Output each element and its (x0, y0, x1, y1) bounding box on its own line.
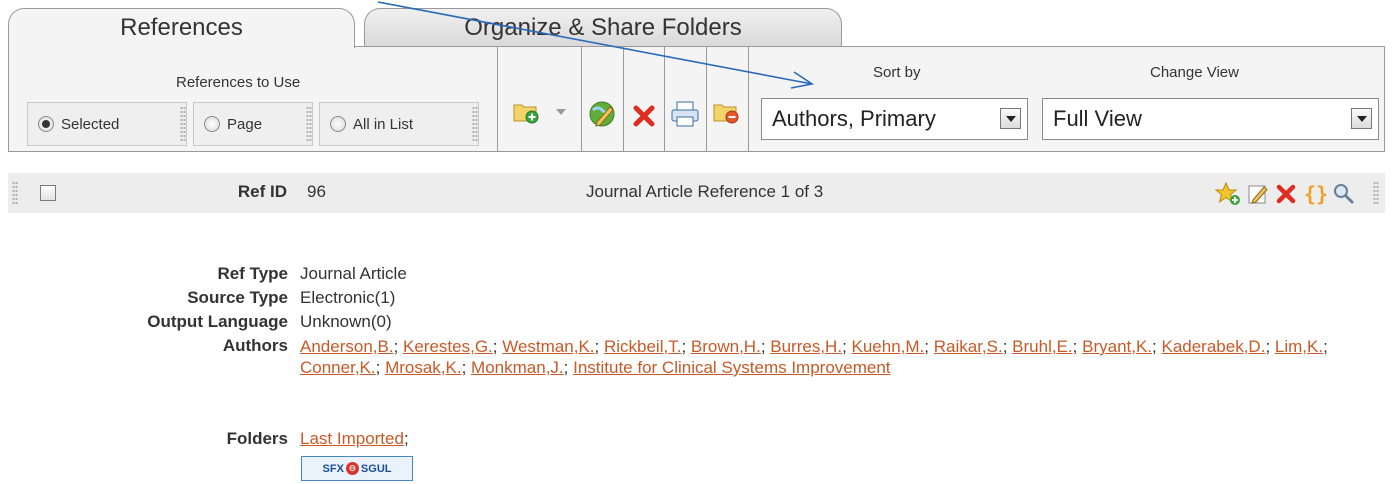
author-link[interactable]: Brown,H. (691, 337, 761, 356)
delete-icon[interactable] (632, 104, 656, 128)
reference-count-text: Journal Article Reference 1 of 3 (586, 182, 824, 201)
folders-label: Folders (226, 429, 288, 448)
sfx-institution-text: SGUL (360, 462, 392, 475)
toolbar-divider (623, 47, 624, 151)
drag-grip-icon (180, 106, 186, 142)
toolbar-divider (664, 47, 665, 151)
author-link[interactable]: Monkman,J. (471, 358, 564, 377)
chevron-down-icon[interactable] (1000, 108, 1021, 129)
radio-all-in-list-label: All in List (353, 115, 414, 133)
radio-selected[interactable]: Selected (27, 102, 187, 146)
author-link[interactable]: Anderson,B. (300, 337, 394, 356)
references-to-use-label: References to Use (176, 74, 301, 91)
add-to-folder-icon[interactable] (512, 100, 540, 124)
remove-from-folder-icon[interactable] (712, 100, 740, 124)
radio-all-in-list-dot[interactable] (330, 116, 346, 132)
author-link[interactable]: Bruhl,E. (1012, 337, 1072, 356)
sfx-logo-icon: ⊖ (345, 462, 359, 475)
author-link[interactable]: Institute for Clinical Systems Improveme… (573, 358, 890, 377)
radio-page[interactable]: Page (193, 102, 313, 146)
chevron-down-icon[interactable] (1351, 108, 1372, 129)
references-toolbar: References to Use Selected Page All in L… (8, 46, 1385, 152)
source-type-value: Electronic(1) (300, 288, 396, 307)
edit-icon[interactable] (1247, 183, 1269, 205)
author-link[interactable]: Rickbeil,T. (604, 337, 681, 356)
ref-type-label: Ref Type (217, 264, 288, 283)
ref-id-label: Ref ID (237, 182, 287, 201)
change-view-select[interactable]: Full View (1042, 98, 1379, 140)
author-link[interactable]: Mrosak,K. (385, 358, 462, 377)
dropdown-arrow-icon[interactable] (555, 107, 567, 117)
toolbar-divider (748, 47, 749, 151)
sort-by-label: Sort by (873, 64, 921, 81)
drag-grip-icon (472, 106, 478, 142)
author-link[interactable]: Bryant,K. (1082, 337, 1152, 356)
toolbar-divider (581, 47, 582, 151)
radio-all-in-list[interactable]: All in List (319, 102, 479, 146)
tab-organize-share-folders[interactable]: Organize & Share Folders (364, 8, 842, 47)
star-icon[interactable] (1215, 182, 1241, 206)
source-type-label: Source Type (187, 288, 288, 307)
radio-selected-dot[interactable] (38, 116, 54, 132)
edit-globe-icon[interactable] (588, 100, 618, 128)
reference-actions: {} (1215, 182, 1355, 206)
sfx-text: SFX (322, 462, 344, 475)
author-link[interactable]: Lim,K. (1275, 337, 1323, 356)
ref-id-value: 96 (307, 182, 326, 201)
sort-by-value: Authors, Primary (772, 106, 936, 131)
output-language-label: Output Language (147, 312, 288, 331)
toolbar-divider (706, 47, 707, 151)
radio-page-dot[interactable] (204, 116, 220, 132)
svg-text:{}: {} (1304, 183, 1327, 205)
author-link[interactable]: Conner,K. (300, 358, 376, 377)
authors-list: Anderson,B.; Kerestes,G.; Westman,K.; Ri… (300, 337, 1328, 377)
drag-grip-icon (306, 106, 312, 142)
output-language-value: Unknown(0) (300, 312, 392, 331)
author-link[interactable]: Raikar,S. (934, 337, 1003, 356)
author-link[interactable]: Westman,K. (502, 337, 594, 356)
braces-icon[interactable]: {} (1303, 183, 1327, 205)
radio-page-label: Page (227, 115, 263, 133)
radio-selected-label: Selected (61, 115, 120, 133)
author-link[interactable]: Burres,H. (770, 337, 842, 356)
folders-list: Last Imported; (300, 429, 409, 448)
ref-type-value: Journal Article (300, 264, 407, 283)
author-link[interactable]: Kerestes,G. (403, 337, 493, 356)
change-view-value: Full View (1053, 106, 1142, 131)
tab-references[interactable]: References (8, 8, 355, 48)
folder-link[interactable]: Last Imported (300, 429, 404, 448)
author-link[interactable]: Kaderabek,D. (1161, 337, 1265, 356)
reference-header-bar: Ref ID 96 Journal Article Reference 1 of… (8, 173, 1385, 213)
sort-by-select[interactable]: Authors, Primary (761, 98, 1028, 140)
author-link[interactable]: Kuehn,M. (852, 337, 925, 356)
change-view-label: Change View (1150, 64, 1239, 81)
search-icon[interactable] (1333, 183, 1355, 205)
sfx-link-button[interactable]: SFX ⊖ SGUL (301, 456, 413, 481)
authors-label: Authors (222, 336, 288, 355)
drag-grip-icon (1373, 181, 1379, 205)
toolbar-divider (497, 47, 498, 151)
delete-icon[interactable] (1275, 183, 1297, 205)
print-icon[interactable] (670, 100, 700, 128)
